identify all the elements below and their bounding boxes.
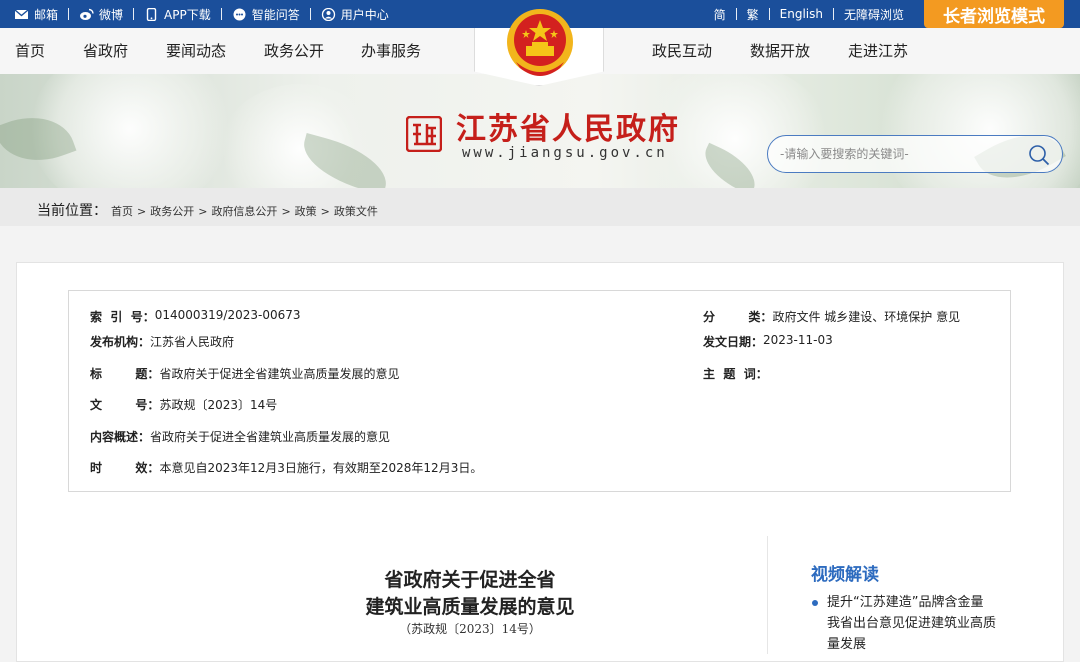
english-link[interactable]: English: [780, 7, 823, 21]
breadcrumb-separator: >: [320, 204, 330, 218]
nav-open-data[interactable]: 数据开放: [750, 28, 810, 74]
breadcrumb-info-disclosure[interactable]: 政府信息公开: [211, 203, 277, 219]
breadcrumb-label: 当前位置：: [37, 203, 107, 219]
phone-icon: [144, 7, 159, 21]
site-url: www.jiangsu.gov.cn: [462, 145, 668, 161]
nav-home[interactable]: 首页: [15, 28, 45, 74]
breadcrumb-gov-affairs[interactable]: 政务公开: [150, 203, 194, 219]
nav-services[interactable]: 办事服务: [361, 28, 421, 74]
nav-interaction[interactable]: 政民互动: [652, 28, 712, 74]
user-icon: [321, 7, 336, 21]
video-interpretation-heading: 视频解读: [811, 565, 879, 585]
video-link[interactable]: 提升“江苏建造”品牌含金量 我省出台意见促进建筑业高质量发展: [827, 595, 997, 652]
meta-title-value: 省政府关于促进全省建筑业高质量发展的意见: [159, 367, 400, 381]
breadcrumb-separator: >: [281, 204, 291, 218]
meta-category-value: 政府文件 城乡建设、环境保护 意见: [772, 310, 961, 324]
sidebar-divider: [767, 536, 768, 654]
weibo-link[interactable]: 微博: [79, 6, 123, 23]
breadcrumb-separator: >: [198, 204, 208, 218]
document-number: （苏政规〔2023〕14号）: [399, 622, 541, 636]
user-center-label: 用户中心: [340, 7, 389, 22]
mail-link[interactable]: 邮箱: [14, 6, 58, 23]
mail-icon: [14, 8, 29, 21]
meta-docno-key: 文 号：: [90, 398, 160, 412]
video-list: 提升“江苏建造”品牌含金量 我省出台意见促进建筑业高质量发展: [811, 592, 1001, 655]
weibo-icon: [79, 8, 94, 21]
top-links: 邮箱 微博 APP下载 智能问答 用户中心: [14, 0, 389, 28]
meta-validity-key: 时 效：: [90, 461, 160, 475]
national-emblem-icon: [504, 6, 576, 82]
meta-category-key: 分 类：: [703, 310, 773, 324]
meta-date-value: 2023-11-03: [763, 333, 833, 347]
breadcrumb-home[interactable]: 首页: [111, 203, 133, 219]
meta-summary-key: 内容概述：: [90, 430, 151, 444]
nav-provincial-gov[interactable]: 省政府: [83, 28, 128, 74]
breadcrumb: 当前位置： 首页 > 政务公开 > 政府信息公开 > 政策 > 政策文件: [0, 188, 1080, 226]
elder-mode-button[interactable]: 长者浏览模式: [924, 0, 1064, 28]
weibo-label: 微博: [99, 7, 124, 22]
meta-issuer-value: 江苏省人民政府: [150, 335, 235, 349]
traditional-chinese-link[interactable]: 繁: [747, 6, 759, 23]
meta-index-value: 014000319/2023-00673: [154, 308, 301, 322]
meta-keywords: 主 题 词：: [703, 365, 768, 382]
meta-date-key: 发文日期：: [703, 335, 764, 349]
mail-label: 邮箱: [34, 7, 59, 22]
meta-validity-value: 本意见自2023年12月3日施行，有效期至2028年12月3日。: [159, 461, 483, 475]
site-logo-icon: [405, 115, 443, 153]
document-title-line-2: 建筑业高质量发展的意见: [365, 596, 575, 618]
list-item: 提升“江苏建造”品牌含金量 我省出台意见促进建筑业高质量发展: [811, 592, 1001, 655]
app-download-link[interactable]: APP下载: [144, 6, 211, 23]
document-title-line-1: 省政府关于促进全省: [384, 569, 556, 591]
meta-title-key: 标 题：: [90, 367, 160, 381]
meta-index: 索 引 号： 014000319/2023-00673: [90, 308, 301, 325]
meta-issuer: 发布机构： 江苏省人民政府: [90, 333, 234, 350]
search-icon[interactable]: [1028, 144, 1050, 166]
nav-gov-affairs[interactable]: 政务公开: [264, 28, 324, 74]
meta-validity: 时 效： 本意见自2023年12月3日施行，有效期至2028年12月3日。: [90, 459, 482, 476]
meta-keywords-key: 主 题 词：: [703, 367, 768, 381]
search-box: [767, 135, 1063, 173]
breadcrumb-policy[interactable]: 政策: [295, 203, 317, 219]
meta-category: 分 类： 政府文件 城乡建设、环境保护 意见: [703, 308, 960, 325]
search-input[interactable]: [780, 144, 1020, 164]
smart-qa-label: 智能问答: [251, 7, 300, 22]
meta-index-key: 索 引 号：: [90, 310, 155, 324]
language-switch: 简 繁 English 无障碍浏览: [714, 0, 904, 28]
meta-summary-value: 省政府关于促进全省建筑业高质量发展的意见: [150, 430, 391, 444]
meta-docno-value: 苏政规〔2023〕14号: [159, 398, 278, 412]
accessibility-link[interactable]: 无障碍浏览: [844, 6, 904, 23]
meta-title: 标 题： 省政府关于促进全省建筑业高质量发展的意见: [90, 365, 399, 382]
chat-icon: [232, 8, 247, 21]
breadcrumb-separator: >: [137, 204, 147, 218]
app-download-label: APP下载: [164, 7, 211, 22]
site-title: 江苏省人民政府: [456, 112, 680, 147]
meta-date: 发文日期： 2023-11-03: [703, 333, 833, 350]
simplified-chinese-link[interactable]: 简: [714, 6, 726, 23]
meta-issuer-key: 发布机构：: [90, 335, 151, 349]
breadcrumb-trail: 首页 > 政务公开 > 政府信息公开 > 政策 > 政策文件: [111, 203, 378, 219]
nav-news[interactable]: 要闻动态: [166, 28, 226, 74]
breadcrumb-policy-docs[interactable]: 政策文件: [334, 203, 378, 219]
smart-qa-link[interactable]: 智能问答: [232, 6, 300, 23]
nav-about-jiangsu[interactable]: 走进江苏: [848, 28, 908, 74]
user-center-link[interactable]: 用户中心: [321, 6, 389, 23]
meta-docno: 文 号： 苏政规〔2023〕14号: [90, 396, 277, 413]
meta-summary: 内容概述： 省政府关于促进全省建筑业高质量发展的意见: [90, 428, 390, 445]
